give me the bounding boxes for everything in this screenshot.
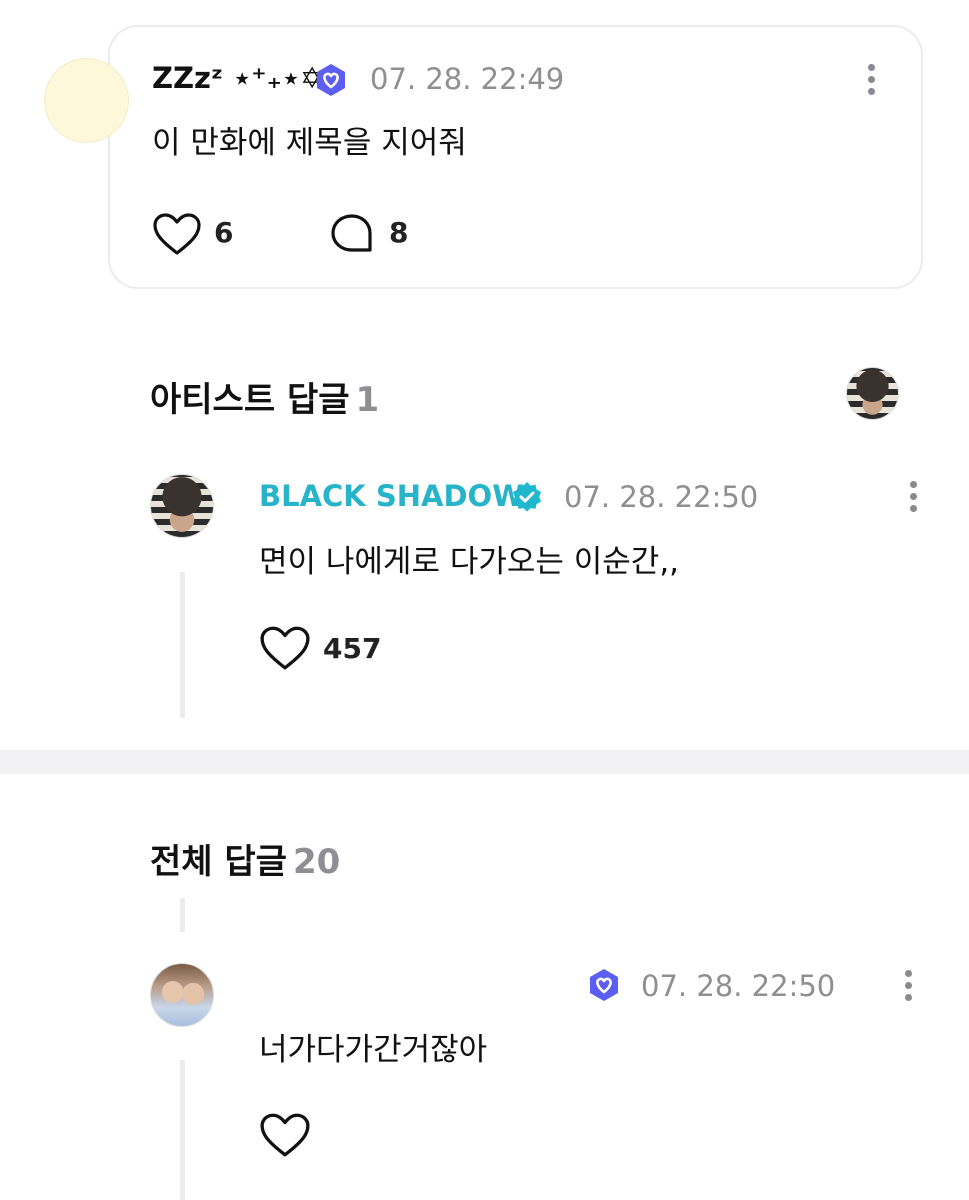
artist-replies-count: 1 [355, 380, 380, 420]
artist-avatar-small[interactable] [846, 367, 899, 420]
post-comment-count: 8 [389, 216, 409, 249]
reply-text: 너가다가간거잖아 [259, 1032, 488, 1068]
heart-icon [153, 213, 201, 255]
membership-badge-icon [588, 968, 620, 1002]
all-replies-title: 전체 답글 [150, 842, 287, 882]
post-author-avatar[interactable] [44, 58, 129, 143]
post-more-options-icon[interactable] [866, 64, 876, 95]
artist-replies-header: 아티스트 답글 1 [150, 372, 379, 421]
all-replies-count: 20 [292, 842, 341, 882]
post-like-count: 6 [214, 216, 234, 249]
thread-line [180, 1060, 185, 1200]
post-timestamp: 07. 28. 22:49 [370, 62, 565, 96]
post-author-name[interactable]: ZZzᶻ ⋆⁺₊⋆✡. [152, 61, 335, 95]
artist-reply-timestamp: 07. 28. 22:50 [564, 480, 759, 514]
post-text: 이 만화에 제목을 지어줘 [152, 125, 467, 161]
post-comment-button[interactable] [329, 213, 375, 259]
reply-author-avatar[interactable] [150, 963, 214, 1027]
heart-icon [260, 1113, 310, 1157]
section-divider [0, 750, 969, 774]
artist-reply-author[interactable]: BLACK SHADOW [259, 479, 524, 513]
reply-like-button[interactable] [259, 1112, 311, 1162]
artist-reply-avatar[interactable] [150, 474, 214, 538]
post-like-button[interactable] [152, 212, 202, 260]
verified-badge-icon [511, 481, 543, 513]
all-replies-header: 전체 답글 20 [150, 834, 340, 883]
comment-bubble-icon [331, 214, 372, 252]
artist-reply-more-options-icon[interactable] [908, 481, 918, 512]
reply-more-options-icon[interactable] [903, 970, 913, 1001]
heart-icon [260, 626, 310, 670]
artist-reply-like-count: 457 [323, 632, 382, 665]
artist-reply-text: 면이 나에게로 다가오는 이순간,, [259, 544, 680, 580]
artist-replies-title: 아티스트 답글 [150, 380, 350, 420]
reply-timestamp: 07. 28. 22:50 [641, 969, 836, 1003]
thread-line [180, 898, 185, 932]
artist-reply-like-button[interactable] [259, 625, 311, 675]
membership-badge-icon [315, 63, 347, 97]
thread-line [180, 572, 185, 718]
